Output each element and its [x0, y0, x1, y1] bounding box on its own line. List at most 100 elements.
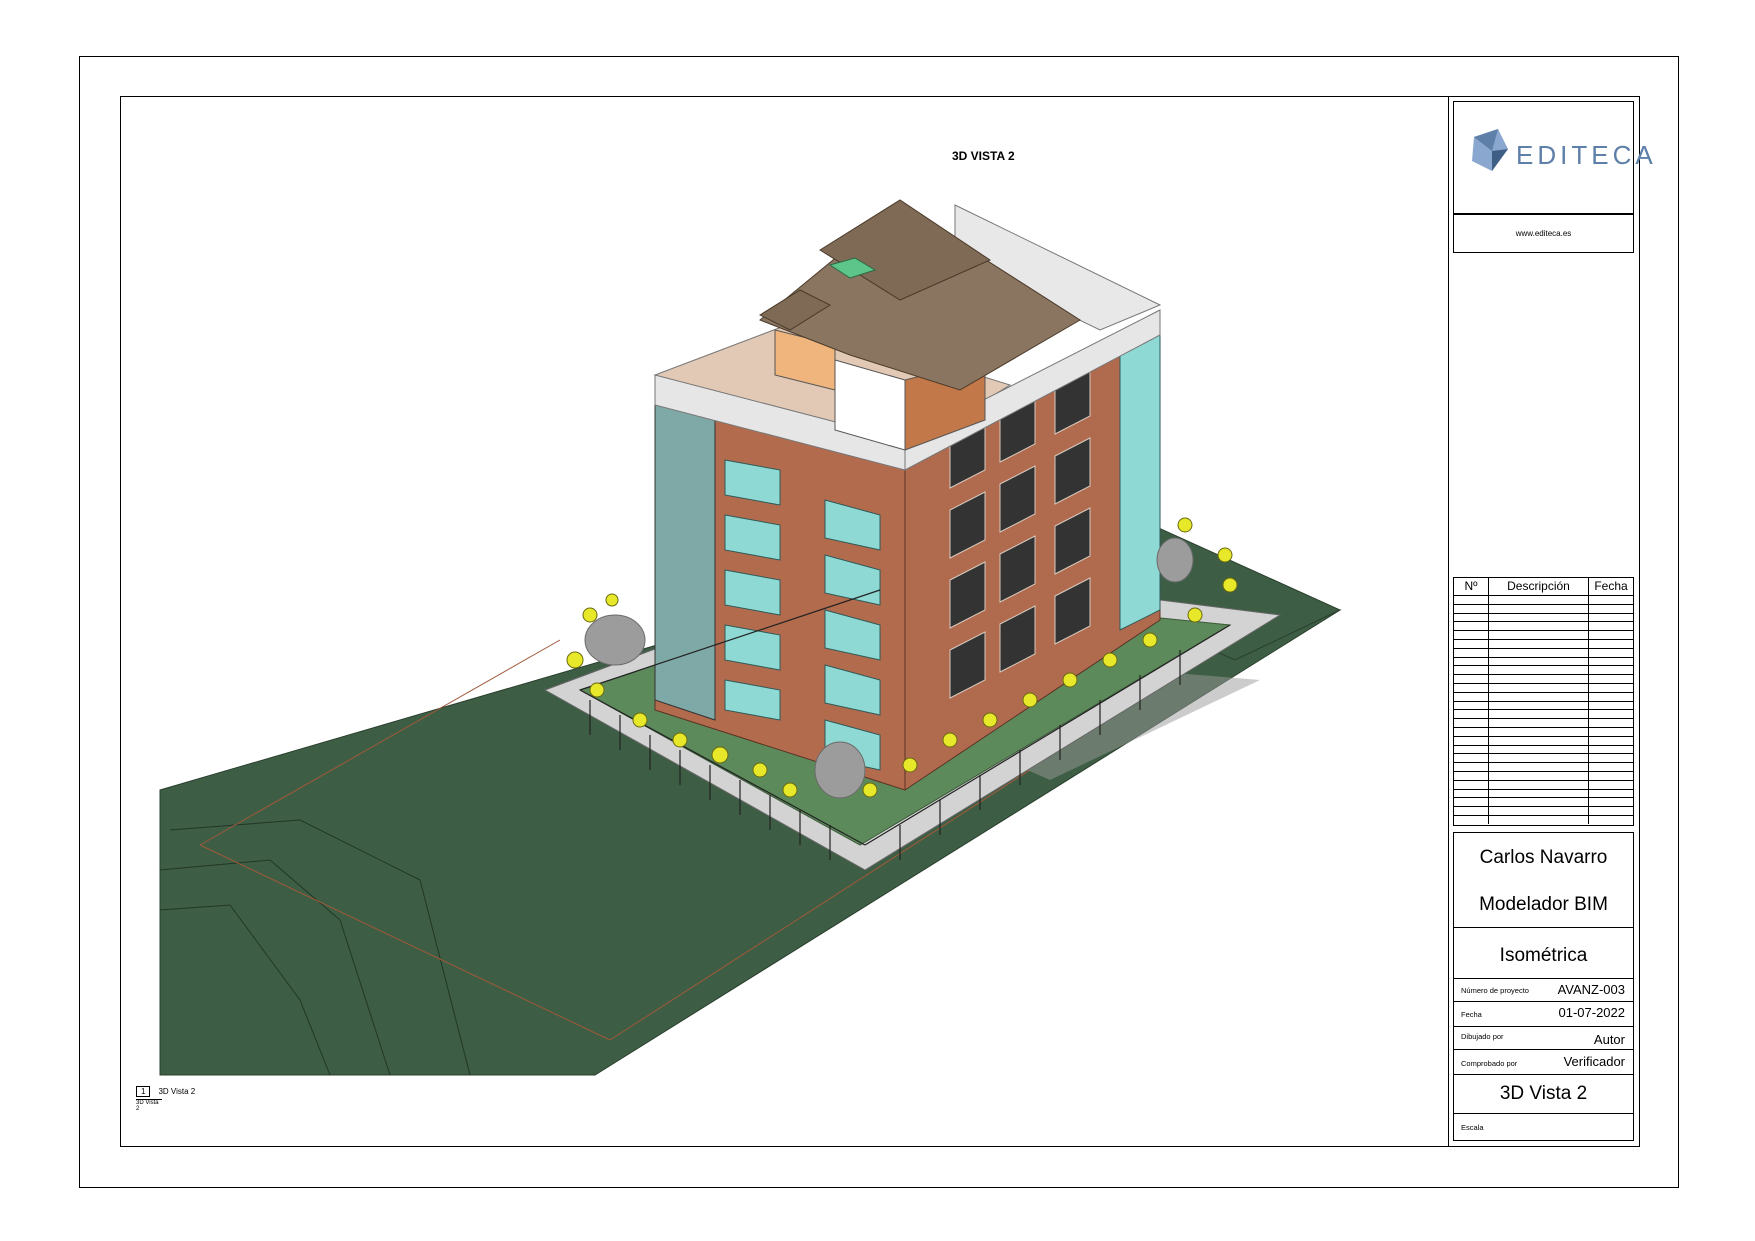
sheet-type: Isométrica [1499, 945, 1588, 966]
revision-rows [1454, 596, 1633, 824]
revision-cell [1489, 798, 1589, 807]
revision-cell [1454, 622, 1489, 631]
divider [1454, 927, 1633, 928]
revision-cell [1489, 622, 1589, 631]
revision-table: Nº Descripción Fecha [1453, 577, 1634, 826]
revision-row [1454, 807, 1633, 816]
revision-cell [1589, 790, 1633, 798]
revision-cell [1489, 613, 1589, 622]
revision-cell [1589, 754, 1633, 762]
scale-label: Escala [1461, 1123, 1484, 1132]
author-role: Modelador BIM [1479, 894, 1608, 915]
revision-cell [1454, 754, 1489, 763]
revision-cell [1589, 622, 1633, 630]
revision-cell [1454, 710, 1489, 719]
titleblock-divider [1448, 96, 1449, 1147]
revision-row [1454, 789, 1633, 799]
revision-cell [1454, 719, 1489, 727]
revision-cell [1589, 772, 1633, 780]
revision-cell [1489, 727, 1589, 736]
revision-cell [1489, 780, 1589, 789]
revision-row [1454, 754, 1633, 764]
revision-cell [1489, 648, 1589, 657]
revision-cell [1589, 737, 1633, 745]
revision-cell [1454, 727, 1489, 736]
revision-cell [1489, 692, 1589, 701]
revision-cell [1589, 596, 1633, 604]
revision-cell [1589, 605, 1633, 613]
revision-cell [1489, 596, 1589, 604]
drawn-by-label: Dibujado por [1461, 1032, 1504, 1041]
revision-cell [1454, 701, 1489, 710]
revision-cell [1454, 798, 1489, 807]
revision-cell [1489, 719, 1589, 727]
revision-cell [1454, 807, 1489, 815]
editeca-logo-icon [1472, 129, 1508, 171]
divider [1454, 1113, 1633, 1114]
revision-cell [1589, 614, 1633, 622]
date-value: 01-07-2022 [1558, 1005, 1626, 1020]
revision-cell [1489, 771, 1589, 780]
view-reference-tag: 1 3D Vista 2 [136, 1086, 195, 1097]
revision-cell [1589, 781, 1633, 789]
isometric-3d-view [159, 199, 1342, 1076]
revision-row [1454, 771, 1633, 781]
revision-cell [1489, 736, 1589, 745]
revision-cell [1589, 649, 1633, 657]
revision-row [1454, 666, 1633, 676]
revision-cell [1589, 658, 1633, 666]
revision-cell [1454, 596, 1489, 604]
revision-cell [1589, 631, 1633, 639]
revision-cell [1589, 675, 1633, 683]
project-number-label: Número de proyecto [1461, 986, 1529, 995]
url-box: www.editeca.es [1453, 214, 1634, 253]
brand-name: EDITECA [1516, 140, 1657, 170]
revision-row [1454, 763, 1633, 772]
revision-cell [1454, 666, 1489, 675]
revision-cell [1454, 736, 1489, 745]
revision-cell [1454, 789, 1489, 798]
project-number-value: AVANZ-003 [1557, 982, 1625, 997]
revision-cell [1489, 683, 1589, 692]
revision-row [1454, 648, 1633, 658]
logo-box: EDITECA [1453, 101, 1653, 214]
revision-row [1454, 780, 1633, 790]
view-reference-name: 3D Vista 2 [158, 1087, 196, 1096]
rev-col-date: Fecha [1594, 579, 1628, 593]
revision-cell [1489, 745, 1589, 754]
revision-cell [1454, 657, 1489, 666]
revision-row [1454, 710, 1633, 720]
drawn-by-value: Autor [1593, 1032, 1625, 1047]
revision-row [1454, 657, 1633, 667]
revision-row [1454, 604, 1633, 614]
revision-row [1454, 701, 1633, 711]
revision-cell [1589, 719, 1633, 727]
revision-cell [1589, 710, 1633, 718]
revision-cell [1589, 728, 1633, 736]
revision-row [1454, 596, 1633, 605]
revision-cell [1489, 815, 1589, 824]
revision-row [1454, 675, 1633, 684]
revision-cell [1589, 816, 1633, 824]
revision-row [1454, 683, 1633, 693]
revision-cell [1489, 639, 1589, 648]
revision-cell [1589, 666, 1633, 674]
revision-row [1454, 745, 1633, 755]
sheet-name: 3D Vista 2 [1499, 1083, 1588, 1104]
checked-by-value: Verificador [1563, 1054, 1625, 1069]
brand-url[interactable]: www.editeca.es [1454, 229, 1633, 238]
rev-col-number: Nº [1454, 578, 1489, 595]
revision-cell [1454, 613, 1489, 622]
revision-cell [1454, 675, 1489, 683]
revision-cell [1454, 648, 1489, 657]
revision-cell [1589, 807, 1633, 815]
revision-cell [1454, 771, 1489, 780]
revision-cell [1489, 701, 1589, 710]
revision-cell [1454, 745, 1489, 754]
revision-cell [1489, 666, 1589, 675]
revision-cell [1489, 754, 1589, 763]
divider [1454, 1074, 1633, 1075]
revision-row [1454, 639, 1633, 649]
divider [1454, 1026, 1633, 1027]
revision-cell [1589, 684, 1633, 692]
